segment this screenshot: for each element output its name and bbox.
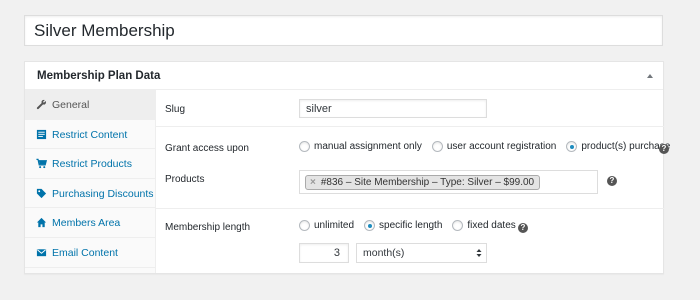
selected-unit: month(s) [363, 247, 405, 259]
radio-label: specific length [379, 220, 443, 231]
product-chip: × #836 – Site Membership – Type: Silver … [305, 175, 541, 190]
length-specific-radio[interactable]: specific length [364, 220, 442, 231]
radio-button[interactable] [299, 141, 310, 152]
length-unit-select[interactable]: month(s) [356, 243, 487, 263]
cart-icon [36, 158, 47, 169]
help-icon[interactable]: ? [518, 223, 528, 233]
product-chip-label: #836 – Site Membership – Type: Silver – … [320, 177, 535, 188]
tab-label: Members Area [52, 217, 121, 230]
tab-email-content[interactable]: Email Content [25, 238, 155, 268]
tab-members-area[interactable]: Members Area [25, 208, 155, 238]
slug-input[interactable]: silver [299, 99, 487, 118]
products-search-field[interactable]: × #836 – Site Membership – Type: Silver … [299, 170, 598, 194]
products-label: Products [165, 174, 205, 185]
tab-label: Restrict Content [52, 128, 128, 141]
metabox-header: Membership Plan Data [25, 62, 663, 90]
tab-label: Restrict Products [52, 158, 132, 171]
general-panel: Slug silver Grant access upon manual ass… [156, 90, 670, 273]
radio-label: manual assignment only [314, 141, 422, 152]
radio-button-checked[interactable] [566, 141, 578, 152]
tab-label: Purchasing Discounts [52, 187, 154, 200]
grant-access-label: Grant access upon [165, 143, 249, 154]
membership-length-options: unlimited specific length fixed dates [299, 220, 526, 231]
help-icon[interactable]: ? [607, 176, 617, 186]
metabox-title: Membership Plan Data [37, 70, 161, 82]
divider [156, 208, 664, 209]
wrench-icon [36, 99, 46, 110]
tab-restrict-content[interactable]: Restrict Content [25, 120, 155, 150]
length-unlimited-radio[interactable]: unlimited [299, 220, 354, 231]
tab-label: General [52, 99, 90, 111]
plan-data-tabs: General Restrict Content Restrict Produc… [25, 90, 156, 273]
radio-button[interactable] [431, 141, 443, 152]
membership-length-label: Membership length [165, 222, 251, 233]
home-icon [36, 218, 47, 228]
grant-purchase-radio[interactable]: product(s) purchase [566, 141, 670, 152]
radio-button[interactable] [452, 220, 464, 231]
radio-label: product(s) purchase [581, 141, 671, 152]
remove-product-icon[interactable]: × [310, 177, 316, 188]
length-value-input[interactable]: 3 [299, 243, 349, 263]
tab-general[interactable]: General [25, 90, 155, 120]
tab-label: Email Content [52, 246, 118, 259]
email-icon [36, 249, 47, 257]
tag-icon [36, 188, 47, 198]
grant-manual-radio[interactable]: manual assignment only [299, 141, 422, 152]
help-icon[interactable]: ? [659, 144, 669, 154]
radio-label: unlimited [314, 220, 355, 231]
length-fixed-dates-radio[interactable]: fixed dates [452, 220, 516, 231]
radio-button-checked[interactable] [364, 220, 376, 231]
radio-label: fixed dates [467, 220, 516, 231]
grant-access-options: manual assignment only user account regi… [299, 141, 680, 152]
title-input[interactable]: Silver Membership [24, 15, 663, 46]
slug-label: Slug [165, 104, 186, 115]
grant-registration-radio[interactable]: user account registration [431, 141, 557, 152]
select-arrows-icon [476, 249, 482, 257]
content-icon [36, 129, 47, 139]
radio-button[interactable] [299, 220, 310, 231]
radio-label: user account registration [446, 141, 557, 152]
tab-purchasing-discounts[interactable]: Purchasing Discounts [25, 179, 155, 209]
divider [156, 126, 664, 127]
membership-plan-data-metabox: Membership Plan Data General Restrict Co… [24, 61, 670, 274]
tab-restrict-products[interactable]: Restrict Products [25, 149, 155, 179]
collapse-toggle-icon[interactable] [645, 71, 655, 81]
